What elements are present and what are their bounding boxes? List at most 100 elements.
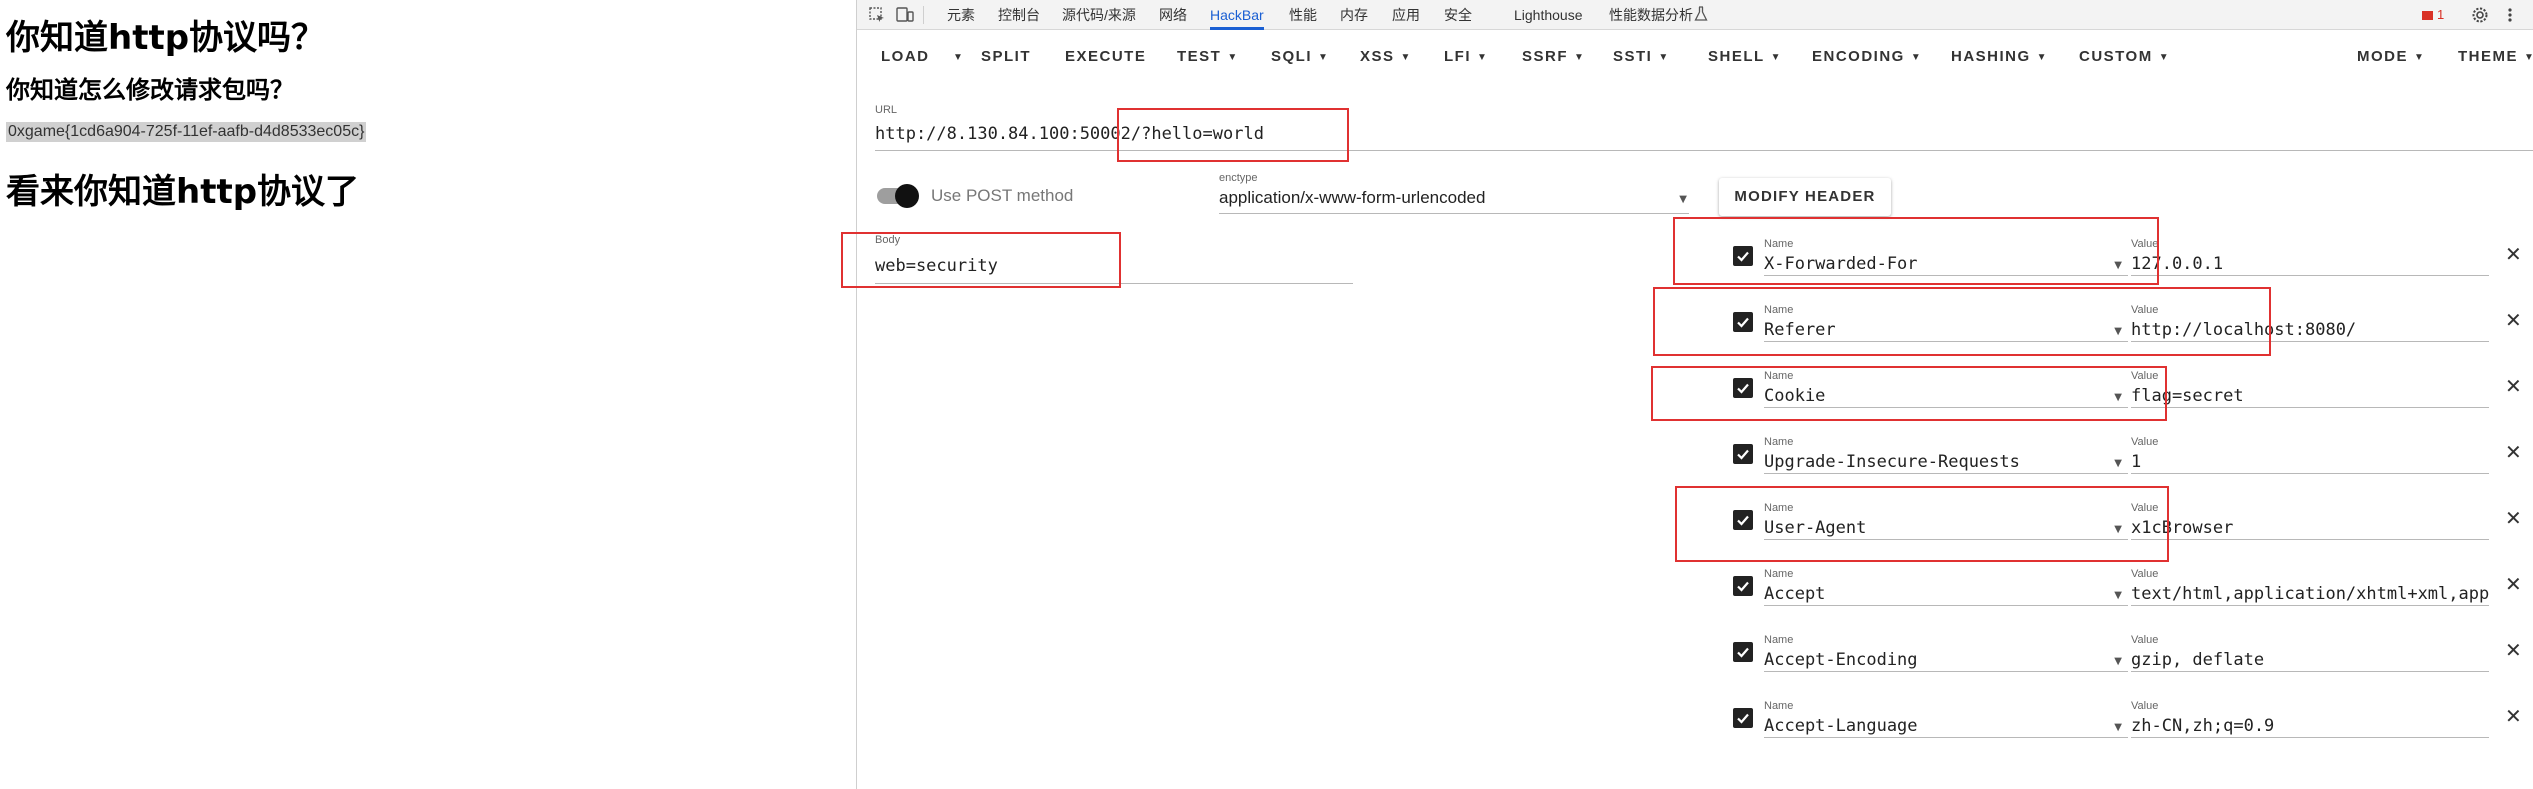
header-value-input[interactable]: Value zh-CN,zh;q=0.9 bbox=[2131, 700, 2489, 738]
remove-header-close-icon[interactable]: ✕ bbox=[2505, 508, 2522, 528]
tab-network[interactable]: 网络 bbox=[1159, 0, 1187, 30]
remove-header-close-icon[interactable]: ✕ bbox=[2505, 244, 2522, 264]
annotation-box-x-forwarded-for bbox=[1673, 217, 2159, 285]
error-icon bbox=[2422, 11, 2433, 21]
remove-header-close-icon[interactable]: ✕ bbox=[2505, 640, 2522, 660]
custom-menu[interactable]: CUSTOM ▼ bbox=[2079, 38, 2170, 76]
tab-performance-insights[interactable]: 性能数据分析 bbox=[1609, 0, 1693, 30]
tab-divider bbox=[923, 6, 924, 24]
remove-header-close-icon[interactable]: ✕ bbox=[2505, 574, 2522, 594]
header-value: 1 bbox=[2131, 452, 2142, 472]
caret-down-icon: ▼ bbox=[2114, 590, 2122, 601]
checkmark-icon bbox=[1737, 581, 1749, 592]
remove-header-close-icon[interactable]: ✕ bbox=[2505, 376, 2522, 396]
test-menu[interactable]: TEST ▼ bbox=[1177, 38, 1239, 76]
header-value-label: Value bbox=[2131, 700, 2159, 712]
tab-memory[interactable]: 内存 bbox=[1340, 0, 1368, 30]
caret-down-icon: ▼ bbox=[1477, 52, 1489, 63]
checkmark-icon bbox=[1737, 449, 1749, 460]
header-enabled-checkbox[interactable] bbox=[1733, 708, 1753, 728]
remove-header-close-icon[interactable]: ✕ bbox=[2505, 310, 2522, 330]
remove-header-close-icon[interactable]: ✕ bbox=[2505, 706, 2522, 726]
annotation-box-url-query bbox=[1117, 108, 1349, 162]
header-name-select[interactable]: Name Accept-Language ▼ bbox=[1764, 700, 2128, 738]
toggle-knob bbox=[895, 184, 919, 208]
header-value-input[interactable]: Value text/html,application/xhtml+xml,app… bbox=[2131, 568, 2489, 606]
header-name: Accept-Language bbox=[1764, 716, 1918, 736]
caret-down-icon: ▼ bbox=[2036, 52, 2049, 63]
header-name-select[interactable]: Name Accept-Encoding ▼ bbox=[1764, 634, 2128, 672]
caret-down-icon: ▼ bbox=[953, 52, 965, 63]
annotation-box-user-agent bbox=[1675, 486, 2169, 562]
web-page: 你知道http协议吗？ 你知道怎么修改请求包吗？ 0xgame{1cd6a904… bbox=[0, 0, 856, 789]
lfi-menu[interactable]: LFI ▼ bbox=[1444, 38, 1488, 76]
inspect-element-icon[interactable] bbox=[867, 6, 887, 24]
caret-down-icon: ▼ bbox=[2114, 656, 2122, 667]
header-name-select[interactable]: Name Upgrade-Insecure-Requests ▼ bbox=[1764, 436, 2128, 474]
ssti-menu[interactable]: SSTI ▼ bbox=[1613, 38, 1670, 76]
annotation-box-cookie bbox=[1651, 366, 2167, 421]
page-heading-3: 看来你知道http协议了 bbox=[6, 172, 360, 212]
split-button[interactable]: SPLIT bbox=[981, 38, 1031, 76]
mode-menu[interactable]: MODE ▼ bbox=[2357, 38, 2425, 76]
ssrf-menu[interactable]: SSRF ▼ bbox=[1522, 38, 1585, 76]
load-dropdown-button[interactable]: ▼ bbox=[947, 38, 964, 76]
caret-down-icon: ▼ bbox=[1574, 52, 1586, 63]
header-name-select[interactable]: Name Accept ▼ bbox=[1764, 568, 2128, 606]
tab-console[interactable]: 控制台 bbox=[998, 0, 1040, 30]
header-value-label: Value bbox=[2131, 634, 2159, 646]
tab-security[interactable]: 安全 bbox=[1444, 0, 1472, 30]
xss-menu[interactable]: XSS ▼ bbox=[1360, 38, 1412, 76]
hackbar-toolbar: LOAD ▼ SPLIT EXECUTE TEST ▼ SQLI ▼ XSS ▼ LF… bbox=[857, 38, 2533, 76]
load-button[interactable]: LOAD bbox=[881, 38, 930, 76]
sqli-menu[interactable]: SQLI ▼ bbox=[1271, 38, 1329, 76]
caret-down-icon: ▼ bbox=[1770, 52, 1783, 63]
tab-hackbar[interactable]: HackBar bbox=[1210, 0, 1264, 30]
error-count: 1 bbox=[2437, 7, 2445, 22]
device-toolbar-icon[interactable] bbox=[895, 6, 915, 24]
theme-menu[interactable]: THEME ▼ bbox=[2458, 38, 2533, 76]
settings-gear-icon[interactable] bbox=[2470, 6, 2490, 24]
header-name: Upgrade-Insecure-Requests bbox=[1764, 452, 2020, 472]
header-row: Name Upgrade-Insecure-Requests ▼ Value 1 ✕ bbox=[857, 418, 2533, 484]
enctype-select[interactable]: application/x-www-form-urlencoded ▼ bbox=[1219, 186, 1689, 214]
caret-down-icon: ▼ bbox=[2524, 52, 2533, 63]
page-heading-1: 你知道http协议吗？ bbox=[6, 18, 326, 58]
header-value: zh-CN,zh;q=0.9 bbox=[2131, 716, 2275, 736]
caret-down-icon: ▼ bbox=[2114, 722, 2122, 733]
tab-application[interactable]: 应用 bbox=[1392, 0, 1420, 30]
caret-down-icon: ▼ bbox=[1679, 194, 1687, 205]
header-name-label: Name bbox=[1764, 436, 1794, 448]
hashing-menu[interactable]: HASHING ▼ bbox=[1951, 38, 2048, 76]
post-method-toggle[interactable] bbox=[877, 184, 919, 208]
header-value-input[interactable]: Value flag=secret bbox=[2131, 370, 2489, 408]
header-row: Name Accept-Encoding ▼ Value gzip, deflate ✕ bbox=[857, 616, 2533, 682]
caret-down-icon: ▼ bbox=[1400, 52, 1412, 63]
header-value-input[interactable]: Value x1cBrowser bbox=[2131, 502, 2489, 540]
header-value: text/html,application/xhtml+xml,applicat… bbox=[2131, 584, 2489, 604]
execute-button[interactable]: EXECUTE bbox=[1065, 38, 1146, 76]
tab-lighthouse[interactable]: Lighthouse bbox=[1514, 0, 1583, 30]
shell-menu[interactable]: SHELL ▼ bbox=[1708, 38, 1782, 76]
tab-sources[interactable]: 源代码/来源 bbox=[1062, 0, 1136, 30]
header-value-input[interactable]: Value 1 bbox=[2131, 436, 2489, 474]
header-enabled-checkbox[interactable] bbox=[1733, 444, 1753, 464]
flask-icon bbox=[1691, 6, 1711, 24]
caret-down-icon: ▼ bbox=[2114, 458, 2122, 469]
modify-header-button[interactable]: MODIFY HEADER bbox=[1719, 178, 1891, 216]
more-options-icon[interactable] bbox=[2500, 6, 2520, 24]
header-value-input[interactable]: Value gzip, deflate bbox=[2131, 634, 2489, 672]
url-label: URL bbox=[875, 104, 898, 116]
error-count-badge[interactable]: 1 bbox=[2422, 7, 2444, 22]
header-enabled-checkbox[interactable] bbox=[1733, 642, 1753, 662]
header-name: Accept bbox=[1764, 584, 1826, 604]
checkmark-icon bbox=[1737, 713, 1749, 724]
tab-performance[interactable]: 性能 bbox=[1289, 0, 1317, 30]
page-heading-2: 你知道怎么修改请求包吗？ bbox=[6, 76, 294, 104]
encoding-menu[interactable]: ENCODING ▼ bbox=[1812, 38, 1922, 76]
flag-text[interactable]: 0xgame{1cd6a904-725f-11ef-aafb-d4d8533ec… bbox=[6, 122, 367, 142]
header-enabled-checkbox[interactable] bbox=[1733, 576, 1753, 596]
remove-header-close-icon[interactable]: ✕ bbox=[2505, 442, 2522, 462]
header-value-input[interactable]: Value 127.0.0.1 bbox=[2131, 238, 2489, 276]
tab-elements[interactable]: 元素 bbox=[947, 0, 975, 30]
